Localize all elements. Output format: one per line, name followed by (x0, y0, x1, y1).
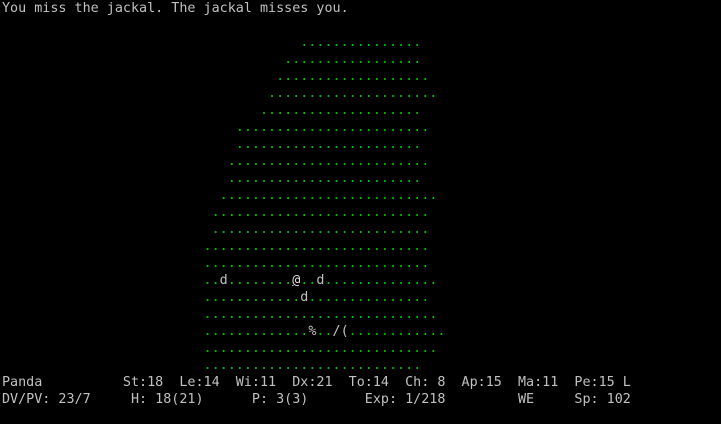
map-row: .............%../(............ (203, 324, 446, 339)
status-line-attributes: Panda St:18 Le:14 Wi:11 Dx:21 To:14 Ch: … (2, 375, 631, 390)
message-log: You miss the jackal. The jackal misses y… (2, 1, 349, 16)
jackal-glyph: d (219, 273, 228, 288)
map-row: ............................. (203, 307, 438, 322)
map-row: ........................ (235, 120, 430, 135)
map-row: ........................... (211, 222, 430, 237)
map-row: .................... (259, 103, 422, 118)
map-row: ............d............... (203, 290, 430, 305)
status-line-vitals: DV/PV: 23/7 H: 18(21) P: 3(3) Exp: 1/218… (2, 392, 631, 407)
map-row: ................... (276, 69, 430, 84)
map-row: ............... (300, 35, 422, 50)
map-row: ................. (284, 52, 422, 67)
map-row: ........................... (211, 205, 430, 220)
map-row: ............................ (203, 256, 430, 271)
map-row: ..d........@..d.............. (203, 273, 438, 288)
wand-item-glyph: / (332, 324, 341, 339)
map-row: ........................ (227, 171, 422, 186)
map-row: ............................. (203, 341, 438, 356)
map-row: ............................ (203, 239, 430, 254)
map-row: ....................... (235, 137, 422, 152)
map-row: ..................... (268, 86, 438, 101)
map-row: ........................... (203, 358, 422, 373)
map-row: ......................... (227, 154, 430, 169)
map-row: ........................... (219, 188, 438, 203)
tool-item-glyph: ( (340, 324, 349, 339)
dungeon-map[interactable]: ............... ................. ......… (2, 34, 446, 374)
